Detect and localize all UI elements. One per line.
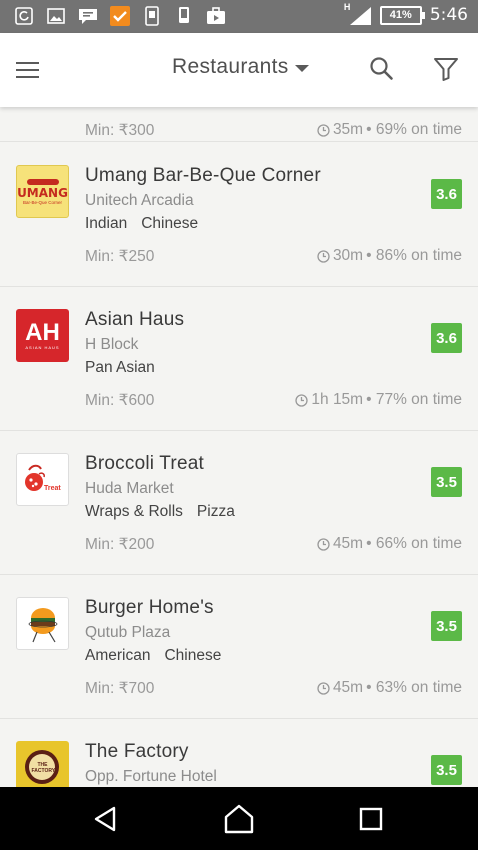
on-time: • 66% on time: [366, 535, 462, 552]
restaurant-card[interactable]: Treat Broccoli Treat Huda Market Wraps &…: [0, 431, 478, 575]
cuisine-tag: Chinese: [141, 215, 199, 232]
delivery-info: 30m • 86% on time: [317, 247, 462, 265]
on-time: • 63% on time: [366, 679, 462, 696]
message-icon: [78, 6, 98, 26]
logo-text: Treat: [44, 485, 61, 492]
recents-icon[interactable]: [357, 803, 389, 835]
eta: 45m: [332, 535, 364, 552]
cuisine-list: Indian Chinese: [85, 215, 198, 233]
rating-badge: 3.6: [431, 323, 462, 353]
phone-icon: [142, 6, 162, 26]
logo-subtext: Bar-Be-Que Corner: [22, 199, 62, 205]
cuisine-list: Wraps & Rolls Pizza: [85, 503, 235, 521]
cuisine-list: American Chinese: [85, 647, 221, 665]
delivery-info: 45m • 66% on time: [317, 535, 462, 553]
briefcase-icon: [206, 6, 226, 26]
cuisine-list: Pan Asian: [85, 359, 155, 377]
min-order: Min: ₹250: [85, 248, 155, 265]
status-bar: H 41% 5:46: [0, 0, 478, 33]
navigation-bar: [0, 787, 478, 850]
cuisine-tag: Pizza: [196, 503, 235, 520]
search-icon[interactable]: [368, 55, 398, 85]
cuisine-tag: Wraps & Rolls: [85, 503, 183, 520]
cuisine-tag: Indian: [85, 215, 128, 232]
burger-home-logo: [16, 597, 69, 650]
min-order: Min: ₹200: [85, 536, 155, 553]
delivery-info: 1h 15m • 77% on time: [295, 391, 462, 409]
restaurant-locality: H Block: [85, 336, 139, 353]
restaurant-card[interactable]: UMANG Bar-Be-Que Corner Umang Bar-Be-Que…: [0, 143, 478, 287]
restaurant-locality: Qutub Plaza: [85, 624, 171, 641]
restaurant-list[interactable]: Min: ₹300 35m • 69% on time UMANG Bar-Be…: [0, 107, 478, 787]
sync-icon: [14, 6, 34, 26]
restaurant-card[interactable]: Burger Home's Qutub Plaza American Chine…: [0, 575, 478, 719]
cuisine-tag: American: [85, 647, 151, 664]
battery-indicator: 41%: [379, 5, 425, 25]
on-time: • 86% on time: [366, 247, 462, 264]
restaurant-name: The Factory: [85, 741, 189, 762]
logo-text: THE FACTORY: [31, 761, 56, 774]
rating-badge: 3.6: [431, 179, 462, 209]
back-icon[interactable]: [90, 803, 122, 835]
restaurant-name: Burger Home's: [85, 597, 214, 618]
restaurant-locality: Huda Market: [85, 480, 174, 497]
home-icon[interactable]: [222, 803, 254, 835]
signal-icon: H: [344, 2, 372, 25]
logo-text: UMANG: [17, 185, 68, 200]
eta: 35m: [332, 121, 364, 138]
rating-badge: 3.5: [431, 467, 462, 497]
restaurant-card[interactable]: THE FACTORY The Factory Opp. Fortune Hot…: [0, 719, 478, 787]
dropdown-caret-icon: [294, 64, 309, 72]
page-title: Restaurants: [172, 55, 289, 78]
on-time: • 69% on time: [366, 121, 462, 138]
battery-level: 41%: [389, 9, 412, 21]
rating-badge: 3.5: [431, 611, 462, 641]
cuisine-tag: Pan Asian: [85, 359, 155, 376]
min-order: Min: ₹300: [85, 122, 155, 139]
clock-icon: [317, 123, 330, 137]
task-app-icon: [110, 6, 130, 26]
umang-logo: UMANG Bar-Be-Que Corner: [16, 165, 69, 218]
on-time: • 77% on time: [366, 391, 462, 408]
clock: 5:46: [429, 5, 468, 25]
eta: 45m: [332, 679, 364, 696]
min-order: Min: ₹600: [85, 392, 155, 409]
clock-icon: [317, 537, 330, 551]
the-factory-logo: THE FACTORY: [16, 741, 69, 787]
delivery-info: 45m • 63% on time: [317, 679, 462, 697]
restaurant-locality: Opp. Fortune Hotel: [85, 768, 217, 785]
min-order: Min: ₹700: [85, 680, 155, 697]
restaurant-name: Asian Haus: [85, 309, 185, 330]
app-bar: Restaurants: [0, 33, 478, 107]
clock-icon: [317, 249, 330, 263]
restaurant-name: Umang Bar-Be-Que Corner: [85, 165, 321, 186]
restaurant-locality: Unitech Arcadia: [85, 192, 194, 209]
list-item[interactable]: Min: ₹300 35m • 69% on time: [0, 107, 478, 142]
title-dropdown[interactable]: Restaurants: [172, 55, 309, 79]
eta: 1h 15m: [311, 391, 364, 408]
restaurant-name: Broccoli Treat: [85, 453, 204, 474]
menu-icon[interactable]: [16, 55, 48, 85]
clock-icon: [317, 681, 330, 695]
clock-icon: [295, 393, 309, 407]
delivery-info: 35m • 69% on time: [317, 121, 462, 139]
restaurant-card[interactable]: AH ASIAN HAUS Asian Haus H Block Pan Asi…: [0, 287, 478, 431]
broccoli-treat-logo: Treat: [16, 453, 69, 506]
cuisine-tag: Chinese: [164, 647, 222, 664]
phone-android-icon: [174, 6, 194, 26]
logo-subtext: ASIAN HAUS: [25, 345, 60, 350]
image-icon: [46, 6, 66, 26]
eta: 30m: [332, 247, 364, 264]
rating-badge: 3.5: [431, 755, 462, 785]
asian-haus-logo: AH ASIAN HAUS: [16, 309, 69, 362]
filter-icon[interactable]: [432, 55, 462, 85]
logo-text: AH: [25, 319, 60, 346]
